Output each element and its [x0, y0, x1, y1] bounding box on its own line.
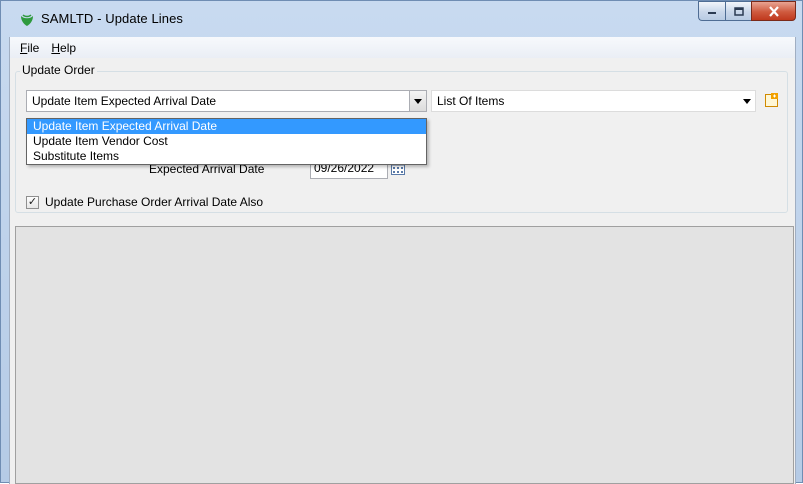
dropdown-option[interactable]: Update Item Expected Arrival Date: [27, 119, 426, 134]
list-of-items-select-value: List Of Items: [437, 94, 505, 108]
minimize-icon: [708, 12, 716, 14]
close-icon: [768, 5, 779, 17]
menu-file[interactable]: File: [14, 41, 45, 55]
window-title: SAMLTD - Update Lines: [41, 11, 184, 26]
update-po-arrival-label: Update Purchase Order Arrival Date Also: [45, 195, 264, 209]
chevron-down-icon: [414, 98, 422, 104]
maximize-button[interactable]: [725, 1, 751, 21]
app-window: SAMLTD - Update Lines File Help Update O…: [0, 0, 803, 484]
menu-help-label: elp: [60, 40, 77, 55]
maximize-icon: [733, 6, 744, 16]
update-order-dropdown-list: Update Item Expected Arrival Date Update…: [26, 118, 427, 165]
menu-help[interactable]: Help: [45, 41, 82, 55]
update-po-arrival-checkbox[interactable]: ✓: [26, 195, 39, 209]
list-of-items-select[interactable]: List Of Items: [431, 90, 756, 112]
caption-buttons: [698, 1, 796, 22]
lookup-icon[interactable]: [764, 92, 780, 108]
update-po-arrival-row: ✓ Update Purchase Order Arrival Date Als…: [26, 195, 263, 209]
title-bar[interactable]: SAMLTD - Update Lines: [1, 1, 802, 37]
update-order-group-label: Update Order: [20, 63, 97, 77]
menu-bar: File Help: [10, 37, 795, 58]
menu-file-label: ile: [27, 40, 40, 55]
dropdown-option[interactable]: Update Item Vendor Cost: [27, 134, 426, 149]
update-order-dropdown-button[interactable]: [409, 91, 426, 111]
list-of-items-dropdown-button[interactable]: [743, 91, 751, 111]
results-panel: [15, 226, 794, 484]
chevron-down-icon: [743, 98, 751, 104]
close-button[interactable]: [751, 1, 796, 21]
update-order-select-value: Update Item Expected Arrival Date: [32, 94, 217, 108]
minimize-button[interactable]: [698, 1, 725, 21]
update-order-select[interactable]: Update Item Expected Arrival Date: [26, 90, 427, 112]
dropdown-option[interactable]: Substitute Items: [27, 149, 426, 164]
menu-help-mnemonic: H: [51, 40, 61, 55]
app-icon: [21, 14, 33, 26]
